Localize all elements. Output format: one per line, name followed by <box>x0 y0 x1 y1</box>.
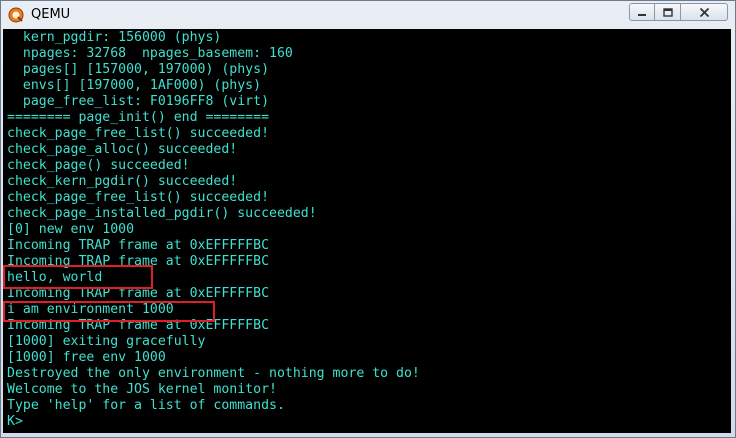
terminal-line: kern_pgdir: 156000 (phys) <box>7 30 222 45</box>
terminal-line: [1000] free env 1000 <box>7 350 166 365</box>
terminal-line: [1000] exiting gracefully <box>7 334 206 349</box>
title-bar[interactable]: QEMU <box>1 1 735 29</box>
maximize-button[interactable] <box>655 3 681 21</box>
terminal-line: check_kern_pgdir() succeeded! <box>7 174 238 189</box>
terminal-line: check_page_free_list() succeeded! <box>7 126 270 141</box>
annotation-box-hello-world <box>3 265 153 289</box>
terminal-screen[interactable]: kern_pgdir: 156000 (phys) npages: 32768 … <box>3 29 731 433</box>
terminal-prompt[interactable]: K> <box>7 414 31 430</box>
terminal-line: pages[] [157000, 197000) (phys) <box>7 62 270 77</box>
terminal-line: page_free_list: F0196FF8 (virt) <box>7 94 270 109</box>
window-title: QEMU <box>31 7 71 22</box>
terminal-line: [0] new env 1000 <box>7 222 135 237</box>
annotation-box-environment <box>3 301 215 322</box>
terminal-line: Type 'help' for a list of commands. <box>7 398 285 413</box>
terminal-line: check_page() succeeded! <box>7 158 190 173</box>
qemu-window: QEMU kern_pgdir: 156000 (phys) npages: 3… <box>0 0 736 438</box>
terminal-line: envs[] [197000, 1AF000) (phys) <box>7 78 262 93</box>
qemu-app-icon[interactable] <box>8 7 24 23</box>
maximize-icon <box>662 3 673 22</box>
close-button[interactable] <box>681 3 728 21</box>
terminal-line: check_page_free_list() succeeded! <box>7 190 270 205</box>
terminal-line: Incoming TRAP frame at 0xEFFFFFBC <box>7 238 270 253</box>
minimize-button[interactable] <box>629 3 655 21</box>
close-icon <box>699 3 710 22</box>
terminal-line: ======== page_init() end ======== <box>7 110 270 125</box>
terminal-line: Destroyed the only environment - nothing… <box>7 366 420 381</box>
terminal-line: Welcome to the JOS kernel monitor! <box>7 382 277 397</box>
terminal-line: check_page_installed_pgdir() succeeded! <box>7 206 317 221</box>
terminal-line: npages: 32768 npages_basemem: 160 <box>7 46 293 61</box>
terminal-line: check_page_alloc() succeeded! <box>7 142 238 157</box>
minimize-icon <box>637 3 647 22</box>
